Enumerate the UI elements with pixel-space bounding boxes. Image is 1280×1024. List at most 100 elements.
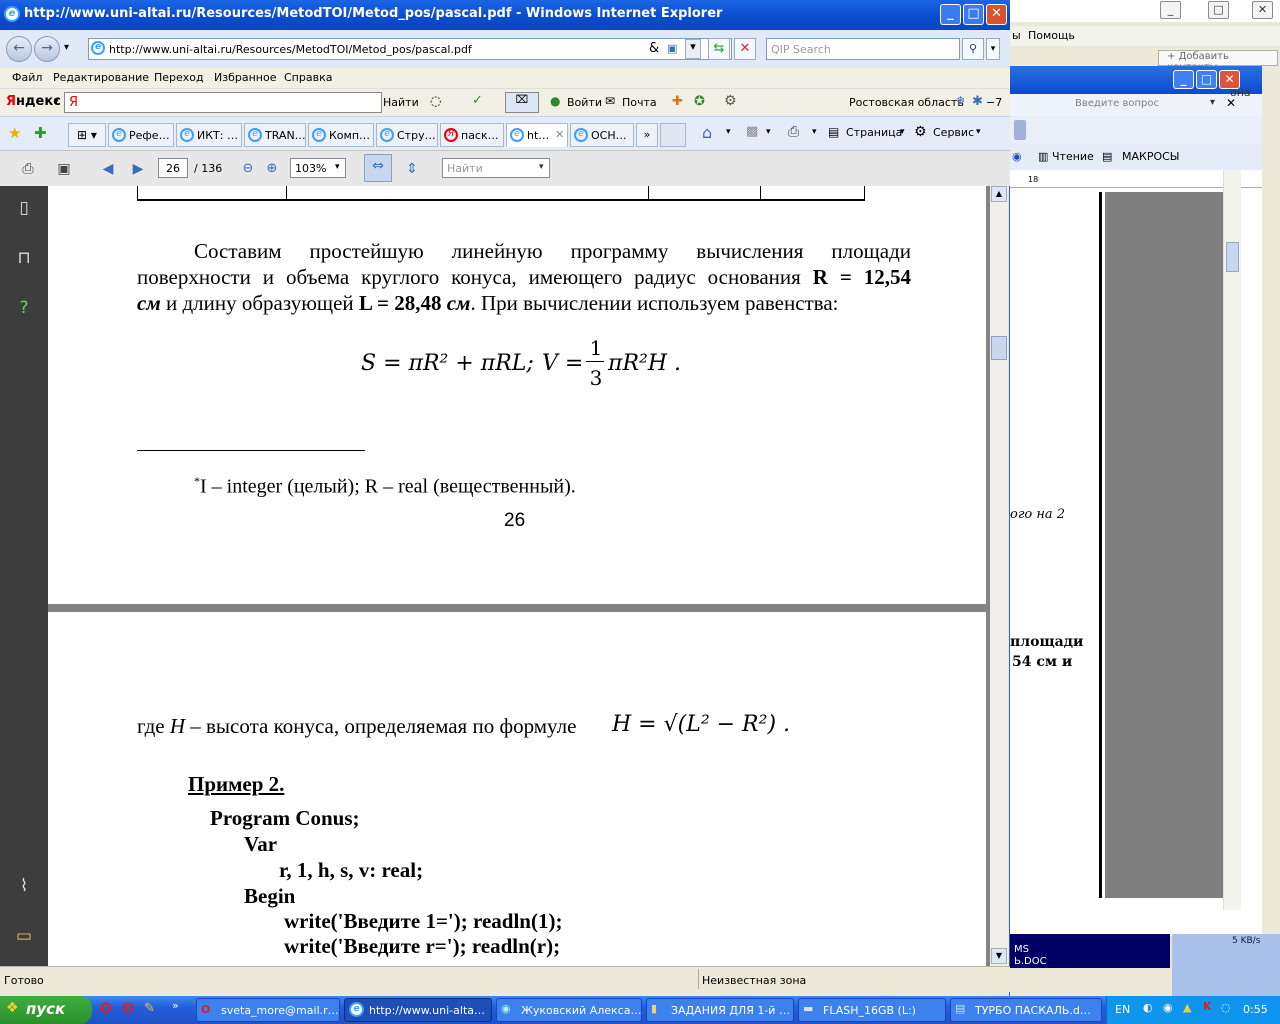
chevron-down-icon[interactable]: ▾: [976, 127, 981, 137]
chevron-down-icon[interactable]: ▾: [685, 39, 701, 59]
help-icon[interactable]: ?: [12, 298, 36, 322]
word-vertical-scrollbar[interactable]: [1223, 170, 1241, 910]
tab-8[interactable]: e ОСН…: [570, 123, 634, 147]
service-menu[interactable]: Сервис: [933, 126, 974, 139]
quick-tabs-icon[interactable]: ⊞ ▾: [68, 123, 106, 147]
toolbar-chevron-icon[interactable]: [1014, 120, 1026, 140]
close-button[interactable]: ✕: [986, 4, 1007, 25]
next-page-icon[interactable]: ▶: [126, 158, 150, 180]
tray-icon[interactable]: ▲: [1183, 1001, 1191, 1014]
search-icon[interactable]: ⚲: [962, 38, 984, 60]
yandex-logo[interactable]: Яндекс: [6, 94, 61, 109]
menu-favorites[interactable]: Избранное: [214, 71, 276, 84]
chevron-down-icon[interactable]: ▾: [812, 127, 817, 137]
find-input[interactable]: Найти ▾: [442, 158, 550, 178]
menu-help[interactable]: Справка: [284, 71, 332, 84]
opera-icon[interactable]: O: [122, 1001, 134, 1017]
save-icon[interactable]: ▣: [52, 158, 76, 180]
taskbar-item-active[interactable]: e http://www.uni-alta…: [344, 998, 492, 1022]
yandex-login[interactable]: Войти: [567, 96, 602, 109]
new-tab-button[interactable]: [660, 123, 686, 147]
scroll-thumb[interactable]: [1226, 242, 1239, 272]
chevron-down-icon[interactable]: ▾: [986, 38, 1000, 60]
taskbar-item[interactable]: ◉ Жуковский Алекса…: [496, 998, 642, 1022]
scroll-thumb[interactable]: [991, 336, 1007, 360]
taskbar-item[interactable]: ▤ ТУРБО ПАСКАЛЬ.d…: [950, 998, 1102, 1022]
clock[interactable]: 0:55: [1243, 1003, 1268, 1016]
maximize-button[interactable]: □: [963, 4, 984, 25]
fit-page-icon[interactable]: ⇕: [400, 158, 424, 180]
star-add-icon[interactable]: ✪: [694, 94, 705, 109]
rss-icon[interactable]: ▣: [667, 42, 677, 55]
help-icon[interactable]: ◉: [1012, 150, 1022, 163]
address-input[interactable]: e http://www.uni-altai.ru/Resources/Meto…: [88, 38, 732, 60]
fit-width-icon[interactable]: ⇔: [364, 154, 392, 182]
gear-icon[interactable]: ⚙: [724, 93, 737, 109]
tray-icon[interactable]: ◌: [1221, 1001, 1231, 1014]
read-button[interactable]: Чтение: [1052, 150, 1094, 163]
tray-icon[interactable]: ◉: [1163, 1001, 1173, 1014]
quicklaunch-icon[interactable]: ✎: [144, 1001, 155, 1016]
word-question-box[interactable]: Введите вопрос ▾ ✕: [1010, 94, 1262, 116]
word-maximize-button[interactable]: □: [1196, 70, 1217, 89]
more-tabs-icon[interactable]: »: [636, 123, 658, 147]
tray-icon[interactable]: ◐: [1143, 1001, 1153, 1014]
weather-region[interactable]: Ростовская область: [849, 96, 964, 109]
chevron-down-icon[interactable]: ▾: [900, 127, 905, 137]
opera-icon[interactable]: O: [100, 1001, 112, 1017]
zoom-out-icon[interactable]: ⊖: [236, 158, 260, 180]
attachment-icon[interactable]: ⌇: [12, 876, 36, 900]
bg-maximize-button[interactable]: □: [1208, 1, 1229, 19]
language-indicator[interactable]: EN: [1115, 1003, 1130, 1016]
bookmarks-icon[interactable]: ⊓: [12, 248, 36, 272]
taskbar-item[interactable]: ▮ ЗАДАНИЯ ДЛЯ 1-й …: [646, 998, 794, 1022]
bg-close-button[interactable]: ✕: [1252, 1, 1273, 19]
print-icon[interactable]: ⎙: [16, 158, 40, 180]
tab-3[interactable]: e TRAN…: [244, 123, 306, 147]
forward-button[interactable]: →: [34, 36, 60, 62]
bg-minimize-button[interactable]: _: [1160, 1, 1181, 19]
spellcheck-icon[interactable]: ✓: [472, 93, 483, 108]
macros-button[interactable]: МАКРОСЫ: [1122, 150, 1180, 163]
start-button[interactable]: ❖ пуск: [0, 996, 92, 1024]
compat-icon[interactable]: &: [649, 41, 659, 56]
print-icon[interactable]: ⎙: [788, 124, 799, 140]
minimize-button[interactable]: _: [940, 4, 961, 25]
add-favorite-icon[interactable]: ✚: [34, 124, 47, 142]
page-menu[interactable]: Страница: [846, 126, 902, 139]
home-icon[interactable]: ⌂: [702, 123, 712, 142]
translate-icon[interactable]: ⌧: [505, 92, 539, 113]
chevron-down-icon[interactable]: ▾: [54, 97, 59, 107]
comments-icon[interactable]: ▭: [12, 926, 36, 950]
stop-icon[interactable]: ✕: [734, 38, 756, 60]
scroll-down-icon[interactable]: ▼: [991, 948, 1007, 964]
favorites-star-icon[interactable]: ★: [8, 124, 21, 142]
menu-file[interactable]: Файл: [12, 71, 42, 84]
kaspersky-icon[interactable]: K: [1203, 1000, 1212, 1013]
zoom-select[interactable]: 103% ▾: [290, 158, 346, 178]
bg-menu-help[interactable]: Помощь: [1028, 29, 1075, 42]
yandex-find-button[interactable]: Найти: [383, 96, 419, 109]
pages-icon[interactable]: ▯: [12, 198, 36, 222]
bookmark-icon[interactable]: ✚: [672, 94, 683, 109]
bg-menu-fragment[interactable]: ы: [1012, 29, 1021, 42]
back-button[interactable]: ←: [6, 36, 32, 62]
feeds-icon[interactable]: ▩: [746, 124, 758, 139]
tab-1[interactable]: e Рефе…: [108, 123, 174, 147]
tab-active[interactable]: e ht… ✕: [506, 123, 568, 147]
more-icon[interactable]: »: [172, 999, 179, 1012]
pdf-vertical-scrollbar[interactable]: ▲ ▼: [990, 186, 1008, 966]
scroll-up-icon[interactable]: ▲: [991, 186, 1007, 202]
chevron-down-icon[interactable]: ▾: [64, 42, 69, 53]
tab-6[interactable]: Япаск…: [440, 123, 504, 147]
add-contact-button[interactable]: + Добавить контакты: [1158, 50, 1278, 73]
chevron-down-icon[interactable]: ▾: [766, 127, 771, 137]
refresh-icon[interactable]: ⇆: [708, 38, 730, 60]
menu-edit[interactable]: Редактирование: [53, 71, 149, 84]
menu-view[interactable]: Переход: [154, 71, 204, 84]
tab-4[interactable]: e Комп…: [308, 123, 374, 147]
taskbar-item[interactable]: Osveta_more@mail.r…: [196, 998, 340, 1022]
close-tab-icon[interactable]: ✕: [555, 128, 564, 141]
zoom-in-icon[interactable]: ⊕: [260, 158, 284, 180]
prev-page-icon[interactable]: ◀: [96, 158, 120, 180]
